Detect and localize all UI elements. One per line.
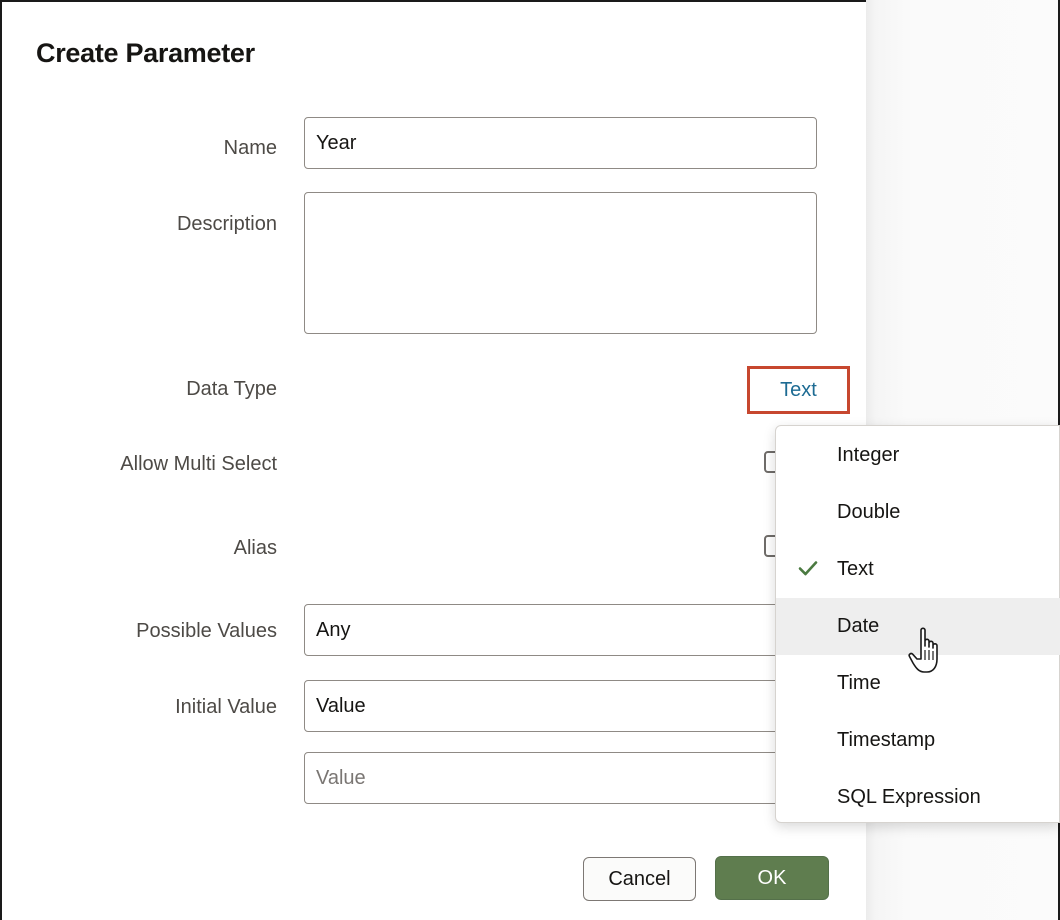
menu-item-label: Integer (837, 444, 900, 466)
ok-button[interactable]: OK (715, 856, 829, 900)
initial-value-label: Initial Value (175, 696, 277, 718)
possible-values-value: Any (316, 618, 351, 641)
data-type-value: Text (780, 378, 817, 401)
cancel-button[interactable]: Cancel (583, 857, 696, 901)
possible-values-select[interactable]: Any (304, 604, 784, 656)
alias-label: Alias (233, 537, 277, 559)
name-input[interactable]: Year (304, 117, 817, 169)
dialog-title: Create Parameter (36, 38, 255, 68)
menu-item-double[interactable]: Double (776, 484, 1060, 541)
menu-item-sql-expression[interactable]: SQL Expression (776, 769, 1060, 826)
menu-item-label: Double (837, 501, 901, 523)
possible-values-label: Possible Values (136, 620, 277, 642)
ok-button-label: OK (757, 866, 787, 889)
data-type-selector[interactable]: Text (747, 366, 850, 414)
menu-item-timestamp[interactable]: Timestamp (776, 712, 1060, 769)
menu-item-label: Time (837, 672, 881, 694)
hand-pointer-icon (908, 627, 938, 673)
menu-item-label: Text (837, 558, 874, 580)
description-textarea[interactable] (304, 192, 817, 334)
menu-item-label: SQL Expression (837, 786, 981, 808)
data-type-menu: Integer Double Text Date Time Timestamp … (775, 425, 1060, 823)
checkmark-icon (798, 560, 818, 575)
data-type-label: Data Type (186, 378, 277, 400)
initial-value-select[interactable]: Value (304, 680, 784, 732)
initial-value-input[interactable]: Value (304, 752, 784, 804)
menu-item-integer[interactable]: Integer (776, 427, 1060, 484)
description-label: Description (176, 213, 277, 235)
menu-item-text[interactable]: Text (776, 541, 1060, 598)
menu-item-label: Timestamp (837, 729, 936, 751)
cancel-button-label: Cancel (608, 867, 671, 890)
allow-multi-select-label: Allow Multi Select (120, 453, 277, 475)
name-input-value: Year (316, 131, 357, 154)
name-label: Name (223, 137, 277, 159)
initial-value-placeholder: Value (316, 766, 366, 789)
initial-value-select-value: Value (316, 694, 366, 717)
menu-item-label: Date (837, 615, 880, 637)
